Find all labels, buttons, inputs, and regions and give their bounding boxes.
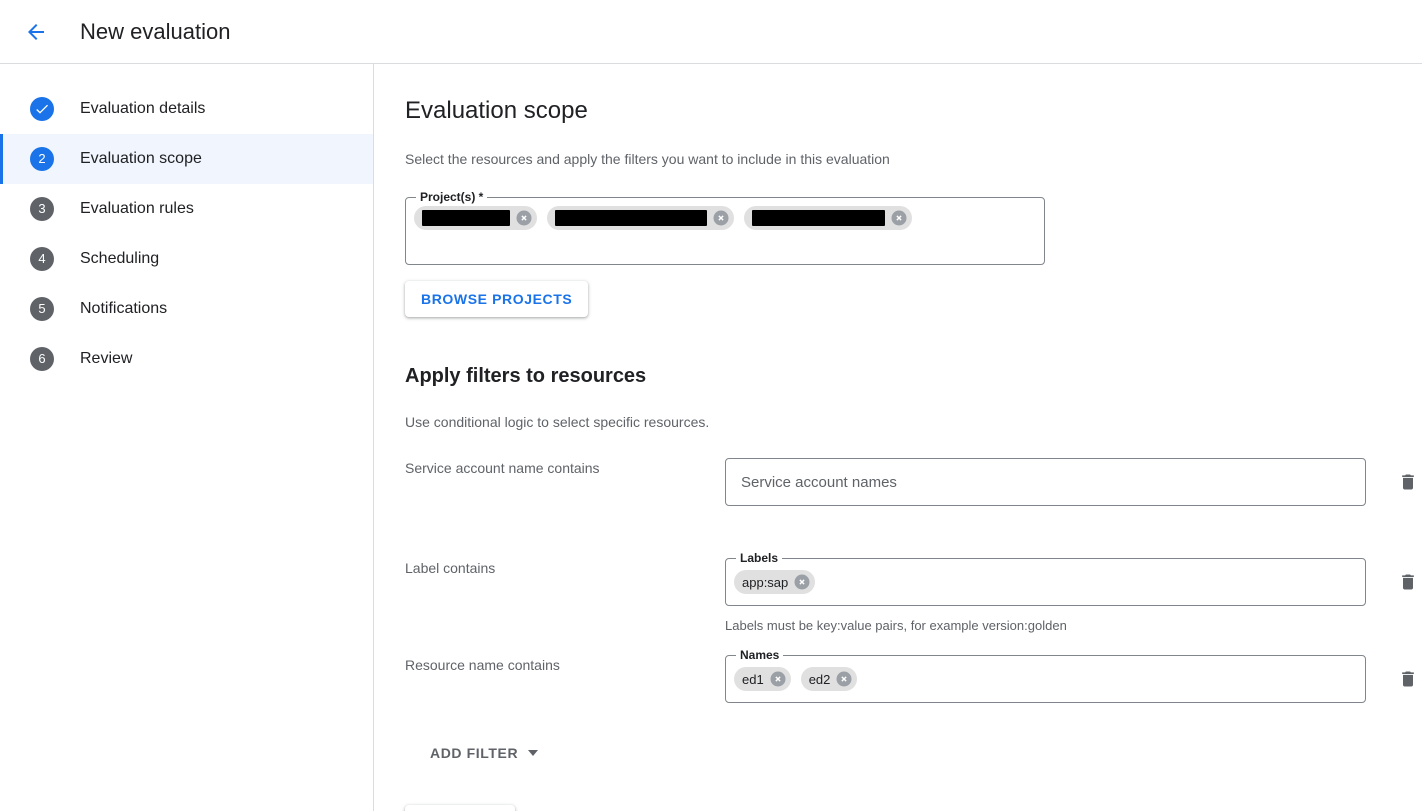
sidebar-item-label: Evaluation scope [80,150,202,167]
sidebar-item-label: Scheduling [80,250,160,267]
step-1-check-icon [30,97,54,121]
add-filter-button[interactable]: ADD FILTER [422,735,546,771]
sidebar-item-label: Review [80,350,133,367]
sidebar-item-label: Notifications [80,300,168,317]
name-chip-text: ed1 [742,671,764,687]
projects-field-legend: Project(s) * [416,190,488,204]
name-chip[interactable]: ed1 [734,667,791,691]
step-2-number: 2 [30,147,54,171]
filter-control [725,458,1366,506]
labels-field-legend: Labels [736,551,783,565]
stepper-sidebar: Evaluation details 2 Evaluation scope 3 … [0,64,374,811]
sidebar-item-label: Evaluation details [80,100,206,117]
app-header: New evaluation [0,0,1422,64]
redacted-project-name [422,210,510,226]
labels-chips-field[interactable]: Labels app:sap [725,551,1366,606]
remove-chip-icon[interactable] [793,573,811,591]
step-5-number: 5 [30,297,54,321]
sidebar-item-evaluation-details[interactable]: Evaluation details [0,84,373,134]
arrow-left-icon [24,20,48,44]
page-title: New evaluation [80,18,231,44]
sidebar-item-evaluation-rules[interactable]: 3 Evaluation rules [0,184,373,234]
filter-row: Service account name contains [405,458,1422,530]
chevron-down-icon [528,750,539,756]
sidebar-item-review[interactable]: 6 Review [0,334,373,384]
delete-filter-button[interactable] [1394,468,1422,496]
filter-row: Label contains Labels app:sap Labels mus… [405,551,1422,635]
section-title: Evaluation scope [405,97,588,124]
redacted-project-name [752,210,885,226]
step-4-number: 4 [30,247,54,271]
name-chip-text: ed2 [808,671,831,687]
remove-chip-icon[interactable] [890,209,908,227]
remove-chip-icon[interactable] [712,209,730,227]
service-account-names-input[interactable] [725,458,1366,506]
remove-chip-icon[interactable] [515,209,533,227]
projects-field[interactable]: Project(s) * [405,190,1045,265]
labels-help-text: Labels must be key:value pairs, for exam… [725,618,1067,633]
redacted-project-name [555,210,707,226]
names-field-legend: Names [736,648,784,662]
trash-icon [1398,669,1418,689]
filters-title: Apply filters to resources [405,365,647,387]
name-chip[interactable]: ed2 [800,667,858,691]
step-6-number: 6 [30,347,54,371]
filter-label: Service account name contains [405,460,600,476]
filter-control: Labels app:sap Labels must be key:value … [725,551,1366,635]
delete-filter-button[interactable] [1394,665,1422,693]
sidebar-item-notifications[interactable]: 5 Notifications [0,284,373,334]
back-button[interactable] [12,8,60,56]
section-subtitle: Select the resources and apply the filte… [405,151,890,167]
project-chip-list [414,206,1036,230]
sidebar-item-label: Evaluation rules [80,200,194,217]
delete-filter-button[interactable] [1394,568,1422,596]
project-chip[interactable] [547,206,734,230]
trash-icon [1398,572,1418,592]
filter-row: Resource name contains Names ed1 ed2 [405,648,1422,727]
page-body: Evaluation details 2 Evaluation scope 3 … [0,64,1422,811]
browse-projects-button[interactable]: BROWSE PROJECTS [405,281,589,317]
names-chips-field[interactable]: Names ed1 ed2 [725,648,1366,703]
sidebar-item-evaluation-scope[interactable]: 2 Evaluation scope [0,134,373,184]
trash-icon [1398,472,1418,492]
project-chip[interactable] [744,206,912,230]
step-3-number: 3 [30,197,54,221]
filter-label: Resource name contains [405,657,560,673]
continue-button[interactable]: CONTINUE [405,805,515,811]
label-chip[interactable]: app:sap [734,570,816,594]
main-content: Evaluation scope Select the resources an… [374,64,1422,811]
filter-row-list: Service account name contains La [405,458,1422,727]
label-chip-text: app:sap [742,574,789,590]
sidebar-item-scheduling[interactable]: 4 Scheduling [0,234,373,284]
remove-chip-icon[interactable] [769,670,787,688]
filters-subtitle: Use conditional logic to select specific… [405,414,710,430]
filter-control: Names ed1 ed2 [725,648,1366,703]
filter-label: Label contains [405,560,496,576]
add-filter-label: ADD FILTER [430,745,519,761]
remove-chip-icon[interactable] [835,670,853,688]
project-chip[interactable] [414,206,537,230]
